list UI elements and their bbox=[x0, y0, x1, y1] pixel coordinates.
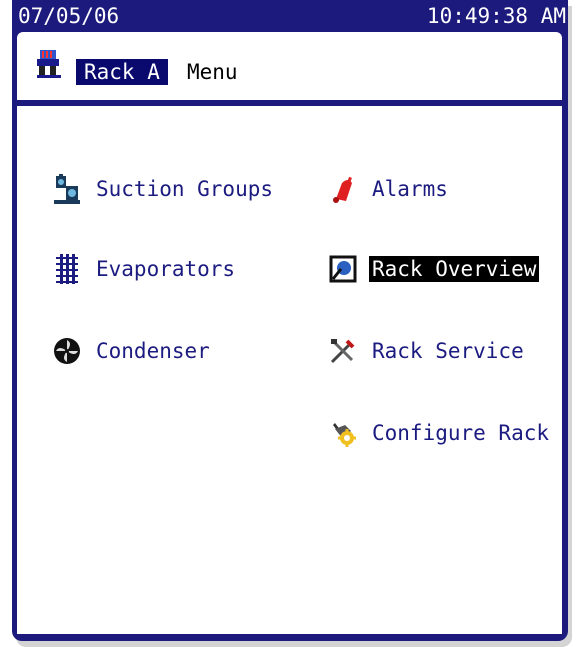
overview-icon bbox=[327, 253, 359, 285]
menu-item-suction-groups[interactable]: Suction Groups bbox=[51, 172, 276, 206]
title-bar: Rack A Menu bbox=[17, 32, 562, 100]
menu-item-rack-overview[interactable]: Rack Overview bbox=[327, 252, 540, 286]
menu-label: Menu bbox=[187, 60, 238, 84]
date-display: 07/05/06 bbox=[18, 4, 120, 28]
time-display: 10:49:38 AM bbox=[426, 4, 566, 28]
evaporator-coil-icon bbox=[51, 253, 83, 285]
device-screen: 07/05/06 10:49:38 AM Rack A Menu Suction… bbox=[12, 0, 568, 641]
menu-item-label: Rack Overview bbox=[369, 256, 540, 282]
menu-item-evaporators[interactable]: Evaporators bbox=[51, 252, 238, 286]
menu-item-rack-service[interactable]: Rack Service bbox=[327, 334, 527, 368]
status-bar: 07/05/06 10:49:38 AM bbox=[12, 0, 568, 32]
menu-item-label: Condenser bbox=[96, 339, 210, 363]
menu-item-label: Evaporators bbox=[96, 257, 236, 281]
menu-panel: Suction Groups Evaporators Condenser Ala… bbox=[17, 106, 562, 634]
menu-item-condenser[interactable]: Condenser bbox=[51, 334, 213, 368]
menu-item-label: Suction Groups bbox=[96, 177, 274, 201]
rack-name: Rack A bbox=[76, 59, 168, 85]
menu-item-alarms[interactable]: Alarms bbox=[327, 172, 451, 206]
alarm-bell-icon bbox=[327, 173, 359, 205]
menu-item-label: Configure Rack bbox=[372, 421, 550, 445]
tools-icon bbox=[327, 335, 359, 367]
menu-item-label: Alarms bbox=[372, 177, 448, 201]
menu-item-label: Rack Service bbox=[372, 339, 524, 363]
menu-item-configure-rack[interactable]: Configure Rack bbox=[327, 416, 552, 450]
rack-icon bbox=[37, 50, 61, 78]
fan-icon bbox=[51, 335, 83, 367]
compressor-icon bbox=[51, 173, 83, 205]
gear-hand-icon bbox=[327, 417, 359, 449]
